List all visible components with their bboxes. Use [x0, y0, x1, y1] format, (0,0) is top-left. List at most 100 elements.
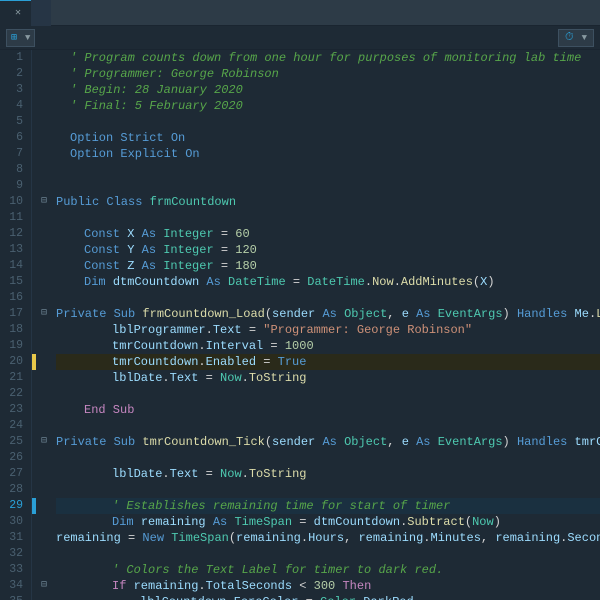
- gutter-item: [36, 82, 52, 98]
- line-numbers: 1234567891011121314151617181920212223242…: [0, 50, 32, 600]
- line-number: 9: [4, 178, 23, 194]
- tab-frmcountdown-vb[interactable]: ✕: [0, 0, 31, 26]
- token-prop: lblProgrammer: [112, 322, 206, 338]
- token-prop: dtmCountdown: [113, 274, 199, 290]
- line-number: 24: [4, 418, 23, 434]
- code-line: ' Begin: 28 January 2020: [56, 82, 600, 98]
- line-number: 16: [4, 290, 23, 306]
- code-line: [56, 210, 600, 226]
- token-str: "Programmer: George Robinson": [263, 322, 472, 338]
- gutter-item[interactable]: ⊟: [36, 194, 52, 210]
- code-line: ' Programmer: George Robinson: [56, 66, 600, 82]
- token-fn: Subtract: [407, 514, 465, 530]
- line-number: 20: [4, 354, 23, 370]
- token-fn: AddMinutes: [401, 274, 473, 290]
- code-line: If remaining.TotalSeconds < 300 Then: [56, 578, 600, 594]
- gutter-item: [36, 290, 52, 306]
- code-lines[interactable]: ' Program counts down from one hour for …: [52, 50, 600, 600]
- line-number: 17: [4, 306, 23, 322]
- code-line: [56, 450, 600, 466]
- token-op: =: [214, 258, 236, 274]
- token-fn: frmCountdown_Load: [142, 306, 264, 322]
- member-dropdown[interactable]: ⏱ ▼: [558, 29, 594, 47]
- token-prop: Seconds: [567, 530, 600, 546]
- token-op: ): [503, 434, 517, 450]
- token-op: ): [503, 306, 517, 322]
- token-cls: Now: [472, 514, 494, 530]
- gutter-item: [36, 242, 52, 258]
- token-kw: Const: [84, 242, 127, 258]
- token-prop: remaining: [56, 530, 121, 546]
- token-prop: lblDate: [112, 370, 162, 386]
- gutter-item: [36, 162, 52, 178]
- code-line: [56, 418, 600, 434]
- code-line: Dim remaining As TimeSpan = dtmCountdown…: [56, 514, 600, 530]
- token-type: EventArgs: [438, 306, 503, 322]
- code-line: [56, 162, 600, 178]
- token-kw: Handles: [517, 434, 575, 450]
- token-type: Integer: [163, 226, 213, 242]
- code-line: ' Final: 5 February 2020: [56, 98, 600, 114]
- line-number: 18: [4, 322, 23, 338]
- token-op: ,: [344, 530, 358, 546]
- toolbar: ⊞ ▼ ⏱ ▼: [0, 26, 600, 50]
- gutter-item[interactable]: ⊟: [36, 306, 52, 322]
- token-op: =: [298, 594, 320, 600]
- token-cmt: ' Begin: 28 January 2020: [70, 82, 243, 98]
- code-line: Option Strict On: [56, 130, 600, 146]
- token-cls: Now: [220, 370, 242, 386]
- chevron-down-icon: ▼: [25, 33, 30, 43]
- code-line: Private Sub frmCountdown_Load(sender As …: [56, 306, 600, 322]
- line-number: 13: [4, 242, 23, 258]
- token-prop: tmrCountdown: [575, 434, 600, 450]
- tab-bar: ✕: [0, 0, 600, 26]
- gutter-item: [36, 50, 52, 66]
- token-kw: As: [134, 258, 163, 274]
- token-kw: Private Sub: [56, 434, 142, 450]
- token-kw: As: [134, 226, 163, 242]
- token-prop: dtmCountdown: [314, 514, 400, 530]
- token-op: =: [198, 466, 220, 482]
- tab-frmcountdown-design[interactable]: [31, 0, 51, 26]
- token-op: ,: [481, 530, 495, 546]
- gutter-item: [36, 466, 52, 482]
- token-prop: Y: [127, 242, 134, 258]
- token-cls: frmCountdown: [150, 194, 236, 210]
- token-prop: e: [402, 306, 409, 322]
- line-number: 27: [4, 466, 23, 482]
- gutter-item[interactable]: ⊟: [36, 434, 52, 450]
- token-cls: Now: [220, 466, 242, 482]
- gutter-item: [36, 370, 52, 386]
- token-op: .: [301, 530, 308, 546]
- line-number: 30: [4, 514, 23, 530]
- code-line: ' Program counts down from one hour for …: [56, 50, 600, 66]
- token-prop: ForeColor: [234, 594, 299, 600]
- gutter-item[interactable]: ⊟: [36, 578, 52, 594]
- line-number: 25: [4, 434, 23, 450]
- token-kw: True: [278, 354, 307, 370]
- token-op: (: [465, 514, 472, 530]
- token-op: =: [242, 322, 264, 338]
- token-type: Integer: [163, 258, 213, 274]
- line-number: 3: [4, 82, 23, 98]
- code-line: Const Z As Integer = 180: [56, 258, 600, 274]
- token-op: <: [292, 578, 314, 594]
- class-dropdown[interactable]: ⊞ ▼: [6, 29, 35, 47]
- token-cmt: ' Programmer: George Robinson: [70, 66, 279, 82]
- gutter-item: [36, 322, 52, 338]
- line-number: 7: [4, 146, 23, 162]
- token-op: .: [394, 274, 401, 290]
- line-number: 10: [4, 194, 23, 210]
- code-line: [56, 482, 600, 498]
- line-number: 34: [4, 578, 23, 594]
- token-prop: Text: [213, 322, 242, 338]
- token-prop: X: [480, 274, 487, 290]
- token-op: ): [487, 274, 494, 290]
- gutter-item: [36, 130, 52, 146]
- token-prop: Interval: [206, 338, 264, 354]
- token-num: 300: [314, 578, 336, 594]
- line-number: 8: [4, 162, 23, 178]
- close-icon[interactable]: ✕: [15, 7, 21, 19]
- token-op: .: [226, 594, 233, 600]
- code-area: 1234567891011121314151617181920212223242…: [0, 50, 600, 600]
